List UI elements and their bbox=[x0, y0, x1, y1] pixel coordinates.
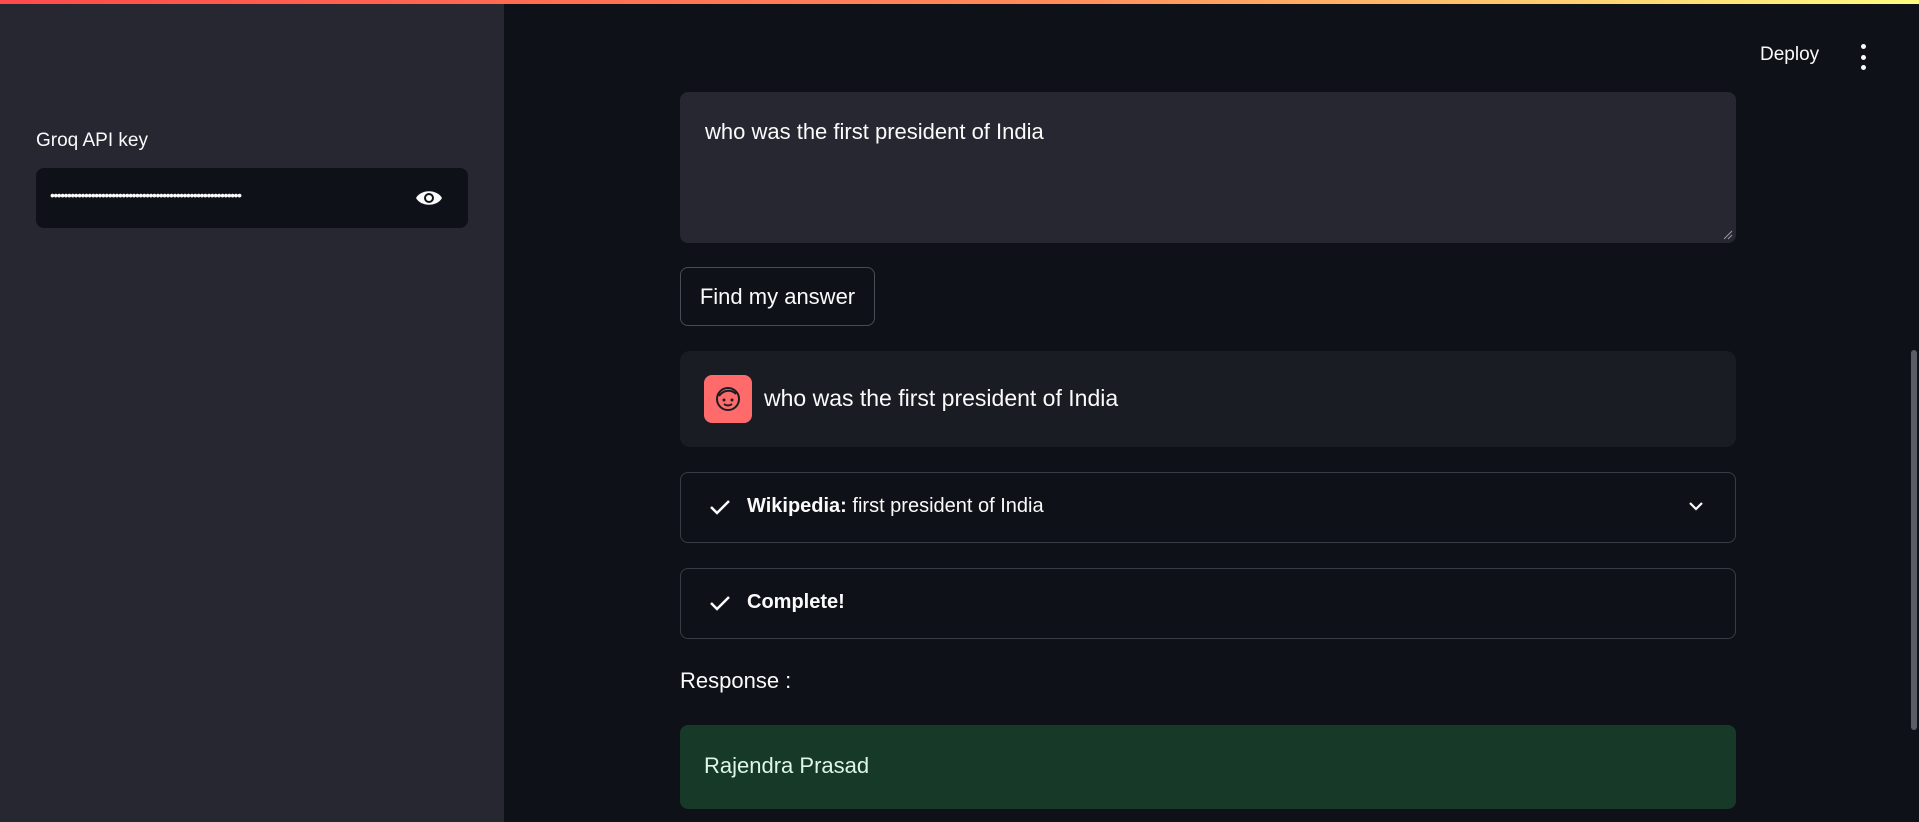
chat-message: who was the first president of India bbox=[680, 351, 1736, 447]
user-face-icon bbox=[716, 387, 740, 411]
eye-icon bbox=[416, 191, 442, 205]
question-textarea[interactable]: who was the first president of India bbox=[680, 92, 1736, 243]
wikipedia-step-label: Wikipedia: first president of India bbox=[747, 495, 1044, 518]
api-key-label: Groq API key bbox=[36, 130, 148, 151]
chat-message-text: who was the first president of India bbox=[764, 385, 1119, 411]
step-title: Wikipedia: bbox=[747, 495, 847, 517]
find-answer-button[interactable]: Find my answer bbox=[680, 267, 875, 326]
api-key-input[interactable]: ••••••••••••••••••••••••••••••••••••••••… bbox=[36, 168, 468, 228]
resize-handle-icon[interactable] bbox=[1723, 230, 1733, 240]
user-avatar bbox=[704, 375, 752, 423]
scrollbar[interactable] bbox=[1911, 350, 1917, 730]
response-heading: Response : bbox=[680, 668, 792, 693]
question-text[interactable]: who was the first president of India bbox=[705, 119, 1044, 144]
check-icon bbox=[710, 500, 730, 515]
chevron-down-icon[interactable] bbox=[1687, 497, 1705, 515]
response-text: Rajendra Prasad bbox=[704, 753, 870, 778]
sidebar: Groq API key •••••••••••••••••••••••••••… bbox=[0, 4, 504, 822]
main-menu-button[interactable] bbox=[1853, 44, 1873, 70]
complete-step-label: Complete! bbox=[747, 591, 845, 614]
deploy-button[interactable]: Deploy bbox=[1760, 44, 1819, 66]
response-success-box: Rajendra Prasad bbox=[680, 725, 1736, 809]
wikipedia-step-expander[interactable]: Wikipedia: first president of India bbox=[680, 472, 1736, 543]
check-icon bbox=[710, 596, 730, 611]
step-detail: first president of India bbox=[852, 495, 1044, 517]
step-title: Complete! bbox=[747, 591, 845, 613]
complete-step-status: Complete! bbox=[680, 568, 1736, 639]
api-key-value[interactable]: ••••••••••••••••••••••••••••••••••••••••… bbox=[50, 184, 416, 206]
show-password-button[interactable] bbox=[404, 182, 454, 214]
more-vertical-icon bbox=[1860, 44, 1866, 49]
